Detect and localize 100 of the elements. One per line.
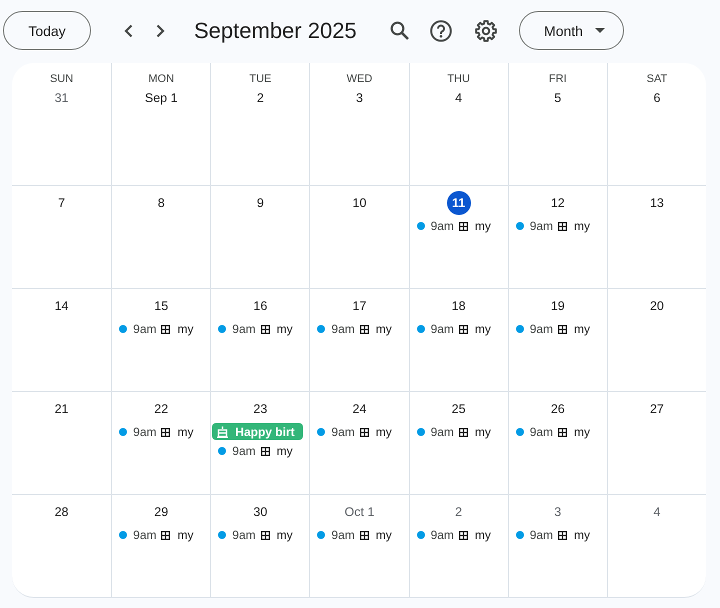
day-number[interactable]: 14 bbox=[52, 298, 71, 314]
event-time[interactable]: 9am bbox=[331, 528, 355, 542]
chevron-right-icon[interactable] bbox=[156, 24, 165, 38]
day-number[interactable]: 23 bbox=[251, 401, 270, 417]
event-title[interactable]: my bbox=[177, 528, 194, 542]
event-time[interactable]: 9am bbox=[430, 219, 454, 233]
caret-icon bbox=[594, 28, 605, 33]
search-icon[interactable] bbox=[390, 21, 409, 40]
event-time[interactable]: 9am bbox=[530, 425, 554, 439]
day-number[interactable]: 7 bbox=[56, 195, 68, 211]
weekday-label: TUE bbox=[248, 72, 272, 87]
day-number[interactable]: 3 bbox=[552, 504, 564, 520]
event-time[interactable]: 9am bbox=[430, 322, 454, 336]
day-number[interactable]: 11 bbox=[446, 191, 471, 215]
grid-icon bbox=[260, 324, 270, 334]
cake-icon bbox=[217, 426, 228, 438]
event-title[interactable]: my bbox=[474, 322, 491, 336]
month-title: September 2025 bbox=[194, 18, 357, 42]
day-number[interactable]: 18 bbox=[450, 298, 468, 314]
day-number[interactable]: 3 bbox=[354, 90, 365, 106]
chevron-left-icon[interactable] bbox=[124, 24, 133, 38]
event-time[interactable]: 9am bbox=[530, 322, 554, 336]
event-time[interactable]: 9am bbox=[530, 528, 554, 542]
help-icon[interactable] bbox=[430, 20, 452, 42]
day-number[interactable]: 27 bbox=[648, 401, 666, 417]
event-title[interactable]: my bbox=[276, 444, 293, 458]
grid-icon bbox=[558, 530, 568, 540]
day-number[interactable]: 5 bbox=[552, 90, 564, 106]
grid-icon bbox=[558, 222, 568, 230]
event-time[interactable]: 9am bbox=[232, 528, 256, 542]
day-number[interactable]: 20 bbox=[648, 298, 666, 314]
grid-icon bbox=[360, 324, 369, 334]
grid-icon bbox=[260, 446, 270, 456]
settings-icon[interactable] bbox=[475, 20, 497, 42]
day-number[interactable]: 10 bbox=[350, 195, 368, 211]
event-time[interactable]: 9am bbox=[133, 322, 156, 336]
grid-icon bbox=[360, 530, 369, 540]
weekday-label: FRI bbox=[548, 72, 568, 87]
event-title[interactable]: my bbox=[574, 528, 590, 542]
day-number[interactable]: 30 bbox=[251, 504, 270, 520]
day-number[interactable]: 31 bbox=[52, 90, 71, 106]
event-title[interactable]: my bbox=[574, 219, 590, 233]
event-title[interactable]: my bbox=[177, 322, 194, 336]
day-number[interactable]: 22 bbox=[152, 401, 170, 417]
grid-icon bbox=[458, 428, 468, 436]
day-number[interactable]: 13 bbox=[648, 195, 666, 211]
weekday-label: THU bbox=[446, 72, 471, 87]
event-title[interactable]: my bbox=[574, 322, 590, 336]
event-title[interactable]: my bbox=[177, 425, 194, 439]
day-number[interactable]: 2 bbox=[453, 504, 464, 520]
event-title[interactable]: my bbox=[376, 528, 392, 542]
event-time[interactable]: 9am bbox=[133, 425, 156, 439]
day-number[interactable]: 19 bbox=[548, 298, 567, 314]
day-number[interactable]: 29 bbox=[152, 504, 170, 520]
grid-icon bbox=[558, 428, 568, 436]
event-time[interactable]: 9am bbox=[232, 322, 256, 336]
grid-icon bbox=[458, 530, 468, 540]
event-title[interactable]: my bbox=[376, 425, 392, 439]
event-title[interactable]: my bbox=[474, 425, 491, 439]
event-time[interactable]: 9am bbox=[430, 528, 454, 542]
grid-icon bbox=[161, 428, 170, 436]
grid-icon bbox=[161, 324, 170, 334]
day-number[interactable]: 12 bbox=[548, 195, 567, 211]
day-number[interactable]: 9 bbox=[254, 195, 266, 211]
event-time[interactable]: 9am bbox=[430, 425, 454, 439]
event-time[interactable]: 9am bbox=[331, 425, 355, 439]
event-time[interactable]: 9am bbox=[133, 528, 156, 542]
weekday-label: SAT bbox=[646, 72, 668, 87]
event-title[interactable]: my bbox=[574, 425, 590, 439]
view-dropdown[interactable]: Month bbox=[519, 11, 624, 50]
day-number[interactable]: 8 bbox=[156, 195, 167, 211]
day-number[interactable]: Sep 1 bbox=[142, 90, 180, 106]
grid-icon bbox=[558, 324, 568, 334]
event-time[interactable]: 9am bbox=[331, 322, 355, 336]
grid-icon bbox=[458, 222, 468, 230]
day-number[interactable]: 4 bbox=[453, 90, 464, 106]
day-number[interactable]: Oct 1 bbox=[342, 504, 376, 520]
day-number[interactable]: 21 bbox=[52, 401, 71, 417]
event-title[interactable]: my bbox=[276, 322, 293, 336]
event-title[interactable]: my bbox=[376, 322, 392, 336]
day-number[interactable]: 6 bbox=[651, 90, 662, 106]
grid-icon bbox=[260, 530, 270, 540]
day-number[interactable]: 28 bbox=[52, 504, 71, 520]
day-number[interactable]: 2 bbox=[254, 90, 266, 106]
day-number[interactable]: 16 bbox=[251, 298, 270, 314]
grid-icon bbox=[161, 530, 170, 540]
day-number[interactable]: 25 bbox=[450, 401, 468, 417]
weekday-label: SUN bbox=[48, 72, 74, 87]
day-number[interactable]: 26 bbox=[548, 401, 567, 417]
event-title[interactable]: my bbox=[474, 219, 491, 233]
event-time[interactable]: 9am bbox=[232, 444, 256, 458]
weekday-label: WED bbox=[346, 72, 374, 87]
event-time[interactable]: 9am bbox=[530, 219, 554, 233]
day-number[interactable]: 24 bbox=[350, 401, 368, 417]
day-number[interactable]: 15 bbox=[152, 298, 170, 314]
event-title[interactable]: my bbox=[276, 528, 293, 542]
today-button[interactable]: Today bbox=[3, 11, 91, 50]
day-number[interactable]: 17 bbox=[350, 298, 368, 314]
event-title[interactable]: my bbox=[474, 528, 491, 542]
day-number[interactable]: 4 bbox=[651, 504, 662, 520]
